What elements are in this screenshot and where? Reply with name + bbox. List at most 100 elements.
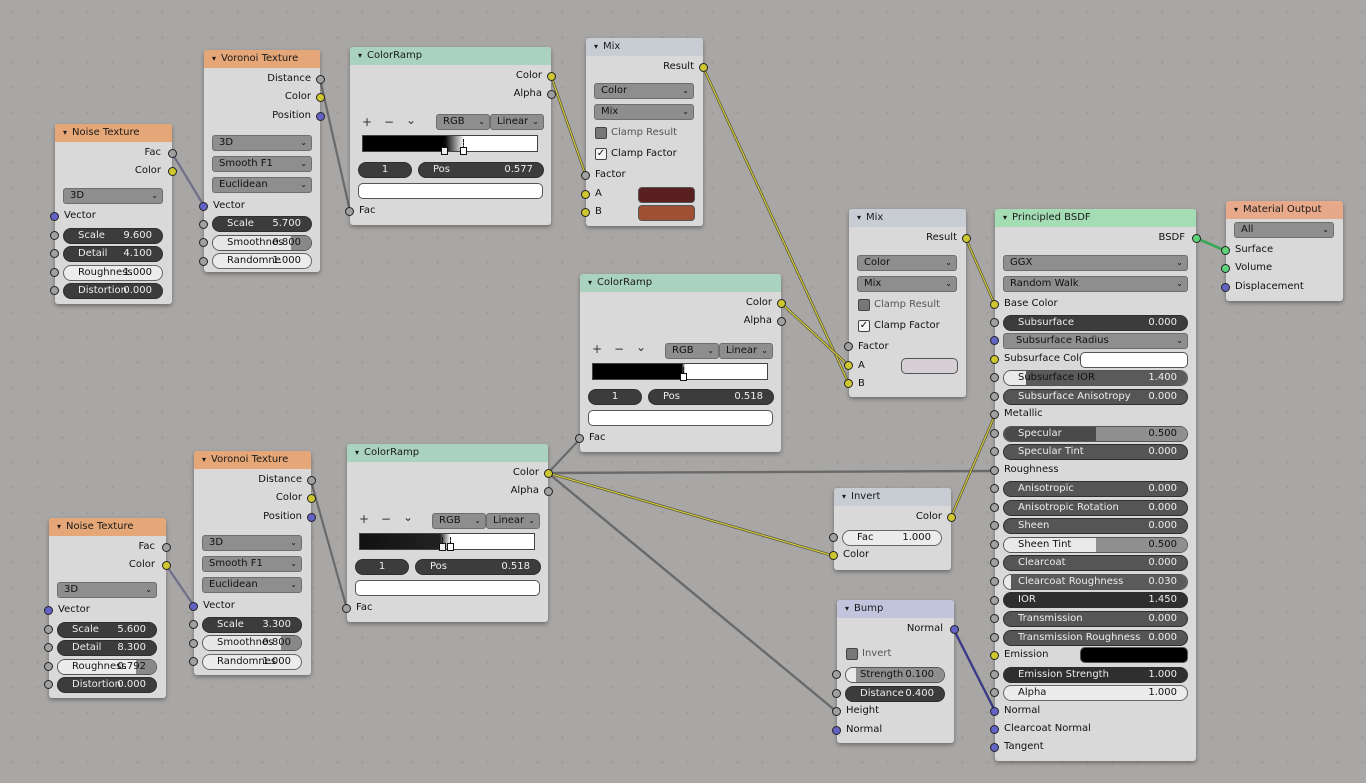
clamp-factor-checkbox[interactable]: ✓: [595, 148, 607, 160]
metric-dropdown[interactable]: Euclidean ⌄: [202, 577, 302, 593]
principled-bsdf-node[interactable]: ▾ Principled BSDF BSDF GGX ⌄ Random Walk ⌄ …: [990, 209, 1201, 761]
mix-node[interactable]: ▾ Mix Result Color ⌄ Mix ⌄ Clamp Result ✓ C…: [844, 209, 971, 397]
node-header[interactable]: ▾ Noise Texture: [49, 518, 166, 536]
collapse-icon[interactable]: ▾: [845, 600, 849, 618]
node-header[interactable]: ▾ Bump: [837, 600, 954, 618]
voronoi-texture-node[interactable]: ▾ Voronoi Texture Distance Color Position…: [189, 451, 316, 675]
blend-mode-dropdown[interactable]: Mix ⌄: [594, 104, 694, 120]
feature-dropdown[interactable]: Smooth F1 ⌄: [202, 556, 302, 572]
fac-input-socket[interactable]: [829, 533, 838, 542]
ramp-menu-button[interactable]: ⌄: [403, 510, 413, 524]
smoothness-field[interactable]: Smoothnes 0.800: [212, 235, 312, 251]
colorramp-node[interactable]: ▾ ColorRamp Color Alpha + − ⌄ RGB ⌄ Linear…: [345, 47, 556, 225]
transmission-socket[interactable]: [990, 614, 999, 623]
clamp-result-checkbox[interactable]: [858, 299, 870, 311]
strength-input-socket[interactable]: [832, 670, 841, 679]
height-input-socket[interactable]: [832, 707, 841, 716]
vector-input-socket[interactable]: [44, 606, 53, 615]
stop-position-field[interactable]: Pos 0.577: [418, 162, 544, 178]
sheen-field[interactable]: Sheen 0.000: [1003, 518, 1188, 534]
detail-input-socket[interactable]: [44, 643, 53, 652]
emission-strength-socket[interactable]: [990, 670, 999, 679]
scale-input-socket[interactable]: [199, 220, 208, 229]
b-input-socket[interactable]: [844, 379, 853, 388]
colorramp-node[interactable]: ▾ ColorRamp Color Alpha + − ⌄ RGB ⌄ Linear…: [575, 274, 786, 452]
collapse-icon[interactable]: ▾: [857, 209, 861, 227]
randomness-field[interactable]: Randomne 1.000: [212, 253, 312, 269]
fac-output-socket[interactable]: [168, 149, 177, 158]
position-output-socket[interactable]: [316, 112, 325, 121]
clearcoat-field[interactable]: Clearcoat 0.000: [1003, 555, 1188, 571]
roughness-socket[interactable]: [990, 466, 999, 475]
transmission-roughness-socket[interactable]: [990, 633, 999, 642]
bump-node[interactable]: ▾ Bump Normal Invert Strength 0.100 Distan…: [832, 600, 959, 743]
randomness-field[interactable]: Randomnes 1.000: [202, 654, 302, 670]
stop-color-swatch[interactable]: [358, 183, 543, 199]
dimension-dropdown[interactable]: 3D ⌄: [212, 135, 312, 151]
subsurface-anisotropy-field[interactable]: Subsurface Anisotropy 0.000: [1003, 389, 1188, 405]
vector-input-socket[interactable]: [50, 212, 59, 221]
color-output-socket[interactable]: [547, 72, 556, 81]
smoothness-input-socket[interactable]: [199, 238, 208, 247]
position-output-socket[interactable]: [307, 513, 316, 522]
stop-color-swatch[interactable]: [588, 410, 773, 426]
clearcoat-normal-socket[interactable]: [990, 725, 999, 734]
normal-output-socket[interactable]: [950, 625, 959, 634]
add-stop-button[interactable]: +: [362, 115, 372, 129]
colorramp-node[interactable]: ▾ ColorRamp Color Alpha + − ⌄ RGB ⌄ Linear…: [342, 444, 553, 622]
ramp-stop-handle-active[interactable]: [447, 543, 454, 551]
clamp-result-checkbox[interactable]: [595, 127, 607, 139]
vector-input-socket[interactable]: [189, 602, 198, 611]
a-color-swatch[interactable]: [901, 358, 958, 374]
b-color-swatch[interactable]: [638, 205, 695, 221]
color-output-socket[interactable]: [162, 561, 171, 570]
clearcoat-roughness-field[interactable]: Clearcoat Roughness 0.030: [1003, 574, 1188, 590]
displacement-input-socket[interactable]: [1221, 283, 1230, 292]
interpolation-dropdown[interactable]: Linear ⌄: [719, 343, 773, 359]
sheen-tint-socket[interactable]: [990, 540, 999, 549]
subsurface-color-swatch[interactable]: [1080, 352, 1188, 368]
b-input-socket[interactable]: [581, 208, 590, 217]
emission-socket[interactable]: [990, 651, 999, 660]
stop-color-swatch[interactable]: [355, 580, 540, 596]
dimension-dropdown[interactable]: 3D ⌄: [57, 582, 157, 598]
color-output-socket[interactable]: [307, 494, 316, 503]
detail-input-socket[interactable]: [50, 249, 59, 258]
color-mode-dropdown[interactable]: RGB ⌄: [665, 343, 719, 359]
specular-field[interactable]: Specular 0.500: [1003, 426, 1188, 442]
remove-stop-button[interactable]: −: [381, 512, 391, 526]
base-color-socket[interactable]: [990, 300, 999, 309]
transmission-roughness-field[interactable]: Transmission Roughness 0.000: [1003, 630, 1188, 646]
sheen-tint-field[interactable]: Sheen Tint 0.500: [1003, 537, 1188, 553]
alpha-field[interactable]: Alpha 1.000: [1003, 685, 1188, 701]
mix-node[interactable]: ▾ Mix Result Color ⌄ Mix ⌄ Clamp Result ✓ C…: [581, 38, 708, 226]
distribution-dropdown[interactable]: GGX ⌄: [1003, 255, 1188, 271]
subsurface-color-socket[interactable]: [990, 355, 999, 364]
subsurface-radius-dropdown[interactable]: Subsurface Radius ⌄: [1003, 333, 1188, 349]
distortion-input-socket[interactable]: [44, 680, 53, 689]
node-header[interactable]: ▾ ColorRamp: [350, 47, 551, 65]
detail-field[interactable]: Detail 8.300: [57, 640, 157, 656]
tangent-socket[interactable]: [990, 743, 999, 752]
specular-tint-field[interactable]: Specular Tint 0.000: [1003, 444, 1188, 460]
color-ramp-gradient[interactable]: [362, 135, 538, 152]
distortion-input-socket[interactable]: [50, 286, 59, 295]
detail-field[interactable]: Detail 4.100: [63, 246, 163, 262]
node-header[interactable]: ▾ Noise Texture: [55, 124, 172, 142]
remove-stop-button[interactable]: −: [384, 115, 394, 129]
color-output-socket[interactable]: [544, 469, 553, 478]
anisotropic-rotation-socket[interactable]: [990, 503, 999, 512]
node-header[interactable]: ▾ Voronoi Texture: [204, 50, 320, 68]
subsurface-method-dropdown[interactable]: Random Walk ⌄: [1003, 276, 1188, 292]
add-stop-button[interactable]: +: [359, 512, 369, 526]
roughness-input-socket[interactable]: [50, 268, 59, 277]
color-output-socket[interactable]: [168, 167, 177, 176]
color-output-socket[interactable]: [316, 93, 325, 102]
factor-input-socket[interactable]: [844, 342, 853, 351]
anisotropic-rotation-field[interactable]: Anisotropic Rotation 0.000: [1003, 500, 1188, 516]
smoothness-field[interactable]: Smoothnes 0.800: [202, 635, 302, 651]
scale-field[interactable]: Scale 3.300: [202, 617, 302, 633]
collapse-icon[interactable]: ▾: [212, 50, 216, 68]
surface-input-socket[interactable]: [1221, 246, 1230, 255]
node-header[interactable]: ▾ Voronoi Texture: [194, 451, 311, 469]
